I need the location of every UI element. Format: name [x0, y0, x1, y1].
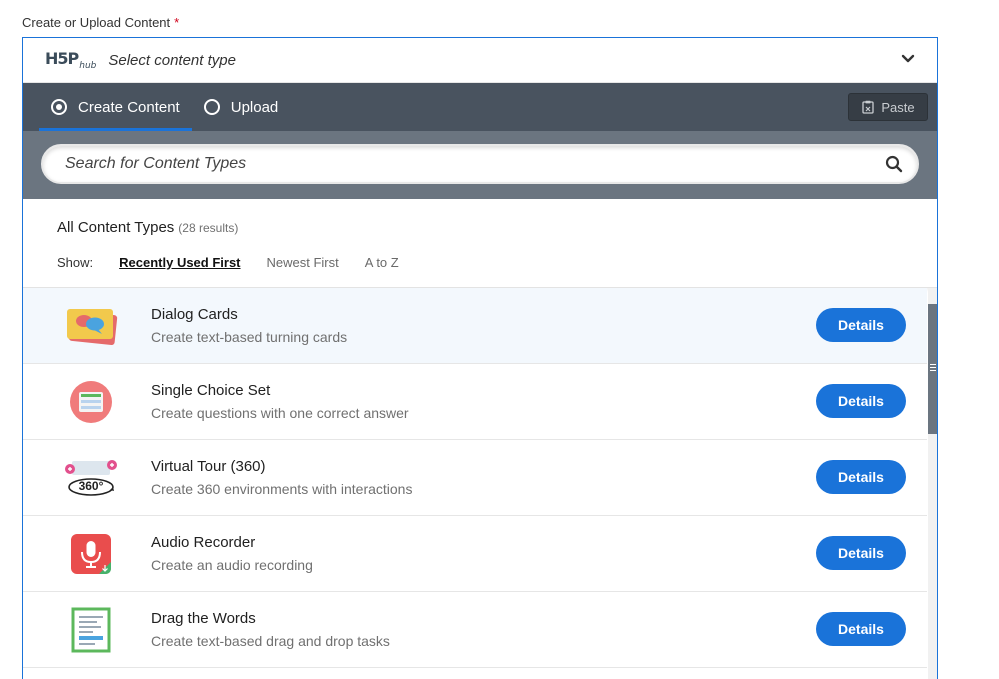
single-choice-set-icon	[61, 377, 121, 427]
tab-label: Create Content	[78, 98, 180, 116]
tab-label: Upload	[230, 98, 279, 116]
details-button[interactable]: Details	[816, 384, 906, 418]
list-item[interactable]: Single Choice Set Create questions with …	[23, 364, 927, 440]
chevron-down-icon[interactable]	[901, 52, 915, 66]
scrollbar[interactable]	[928, 288, 937, 679]
search-input[interactable]	[41, 144, 919, 184]
h5p-hub: H5Phub Select content type Create Conten…	[22, 37, 938, 679]
drag-the-words-icon	[61, 605, 121, 655]
item-description: Create 360 environments with interaction…	[151, 481, 413, 497]
item-description: Create an audio recording	[151, 557, 313, 573]
sort-options: Show: Recently Used First Newest First A…	[57, 255, 903, 270]
radio-unselected-icon	[203, 99, 220, 115]
sort-newest-first[interactable]: Newest First	[267, 255, 339, 270]
paste-label: Paste	[881, 99, 915, 115]
item-description: Create questions with one correct answer	[151, 405, 409, 421]
list-item[interactable]: Audio Recorder Create an audio recording…	[23, 516, 927, 592]
paste-button[interactable]: Paste	[848, 93, 928, 121]
item-description: Create text-based drag and drop tasks	[151, 633, 390, 649]
content-type-list: Dialog Cards Create text-based turning c…	[23, 288, 927, 668]
hub-tabs: Create Content Upload Paste	[23, 83, 937, 131]
results-title: All Content Types	[57, 219, 175, 236]
logo-sub: hub	[79, 61, 97, 72]
details-button[interactable]: Details	[816, 460, 906, 494]
audio-recorder-icon	[61, 529, 121, 579]
item-title: Audio Recorder	[151, 534, 256, 551]
virtual-tour-360-icon: 360°	[61, 453, 121, 503]
radio-selected-icon	[51, 99, 67, 115]
item-description: Create text-based turning cards	[151, 329, 348, 345]
sort-a-to-z[interactable]: A to Z	[365, 255, 399, 270]
list-item[interactable]: Drag the Words Create text-based drag an…	[23, 592, 927, 668]
list-item[interactable]: 360° Virtual Tour (360) Create 360 envir…	[23, 440, 927, 516]
tab-upload[interactable]: Upload	[192, 83, 291, 131]
sort-recently-used[interactable]: Recently Used First	[119, 255, 240, 270]
h5p-logo: H5Phub	[45, 49, 96, 71]
grip-icon	[930, 364, 936, 373]
hub-header[interactable]: H5Phub Select content type	[23, 38, 937, 83]
details-button[interactable]: Details	[816, 308, 906, 342]
item-title: Single Choice Set	[151, 382, 271, 399]
scrollbar-thumb[interactable]	[928, 304, 937, 434]
details-button[interactable]: Details	[816, 612, 906, 646]
hub-title: Select content type	[108, 51, 236, 69]
required-mark: *	[174, 15, 180, 30]
item-title: Virtual Tour (360)	[151, 458, 266, 475]
tab-create-content[interactable]: Create Content	[39, 83, 192, 131]
details-button[interactable]: Details	[816, 536, 906, 570]
virtual-tour-360-text: 360°	[79, 479, 104, 493]
show-label: Show:	[57, 255, 94, 270]
dialog-cards-icon	[61, 301, 121, 351]
field-label-text: Create or Upload Content	[22, 15, 171, 30]
item-title: Dialog Cards	[151, 306, 238, 323]
results-count: (28 results)	[178, 221, 239, 235]
clipboard-icon	[862, 100, 875, 114]
search-icon[interactable]	[885, 155, 903, 173]
item-title: Drag the Words	[151, 610, 256, 627]
list-item[interactable]: Dialog Cards Create text-based turning c…	[23, 288, 927, 364]
logo-text: H5P	[45, 48, 79, 68]
results-header: All Content Types (28 results) Show: Rece…	[23, 199, 937, 288]
field-label: Create or Upload Content *	[22, 15, 179, 30]
search-bar	[23, 131, 937, 199]
